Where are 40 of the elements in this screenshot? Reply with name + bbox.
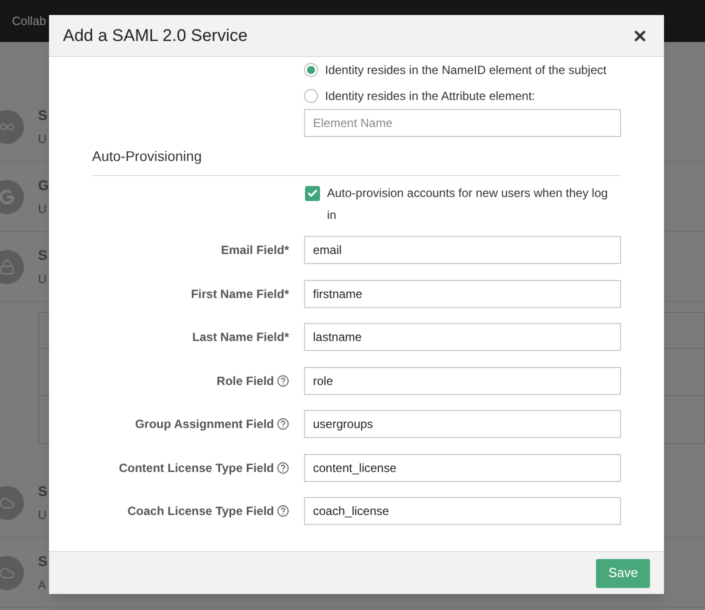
checkbox-label: Auto-provision accounts for new users when they log in — [327, 185, 609, 224]
section-heading: Auto-Provisioning — [92, 148, 202, 164]
field-label: Role Field — [216, 372, 274, 390]
radio-option[interactable]: Identity resides in the Attribute element: — [304, 83, 621, 109]
field-label: Group Assignment Field — [135, 416, 274, 433]
service-name: S — [38, 246, 48, 265]
radio-option[interactable]: Identity resides in the NameID element of the subject — [304, 57, 621, 83]
service-description: U — [38, 131, 48, 148]
service-description: U — [38, 507, 48, 524]
text-field[interactable]: usergroups — [304, 410, 621, 438]
text-field[interactable]: lastname — [304, 323, 621, 351]
service-description: U — [38, 271, 48, 288]
field-label: Content License Type Field — [118, 460, 274, 476]
dialog-title: Add a SAML 2.0 Service — [63, 24, 248, 47]
cloud-icon — [0, 494, 15, 510]
app-title: Collab — [12, 13, 46, 30]
field-label: Last Name Field* — [192, 329, 289, 346]
help-icon[interactable] — [277, 505, 289, 517]
element-name-field[interactable]: Element Name — [304, 109, 621, 137]
cloud-icon — [0, 564, 15, 580]
text-field[interactable]: email — [304, 236, 621, 264]
help-icon[interactable] — [277, 374, 289, 386]
field-label: First Name Field* — [190, 286, 289, 302]
help-icon[interactable] — [277, 418, 289, 430]
service-name: S — [38, 106, 48, 125]
text-field[interactable]: firstname — [304, 280, 621, 308]
help-icon[interactable] — [277, 462, 289, 474]
service-name: S — [38, 552, 48, 571]
g-logo-icon — [0, 188, 16, 206]
service-name: S — [38, 482, 48, 501]
field-label: Email Field* — [220, 242, 289, 259]
lock-icon — [0, 258, 15, 274]
text-field[interactable]: content_license — [304, 454, 621, 482]
text-field[interactable]: role — [304, 366, 621, 394]
field-label: Coach License Type Field — [128, 503, 274, 520]
service-name: G — [38, 176, 49, 195]
text-field[interactable]: coach_license — [304, 497, 621, 525]
checkbox[interactable] — [305, 186, 320, 201]
service-description: A — [38, 577, 48, 594]
service-description: U — [38, 201, 48, 218]
